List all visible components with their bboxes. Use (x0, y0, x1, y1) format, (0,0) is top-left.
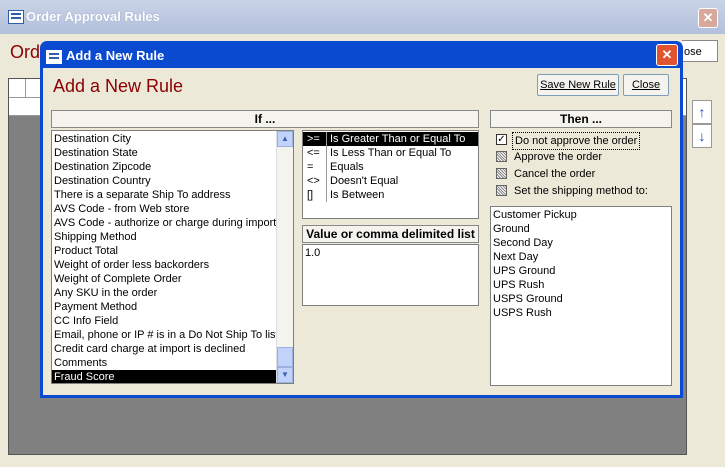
operator-label: Is Between (330, 189, 385, 201)
operator-divider (326, 132, 327, 146)
shipping-method-item[interactable]: Next Day (491, 250, 671, 264)
form-icon (8, 10, 24, 24)
field-list-item[interactable]: Payment Method (52, 300, 278, 314)
action-options: ✓ Do not approve the order Approve the ord… (490, 130, 672, 202)
operator-divider (326, 188, 327, 202)
close-label: Close (631, 79, 661, 91)
operator-option[interactable]: <> Doesn't Equal (303, 174, 478, 188)
scroll-thumb[interactable] (277, 347, 293, 367)
action-label: Approve the order (514, 151, 603, 163)
shipping-method-item[interactable]: Ground (491, 222, 671, 236)
value-items: 1.0 (303, 246, 478, 260)
operator-label: Doesn't Equal (330, 175, 399, 187)
field-list-item[interactable]: Weight of order less backorders (52, 258, 278, 272)
shipping-method-item[interactable]: UPS Rush (491, 278, 671, 292)
parent-title-bar: Order Approval Rules ✕ (0, 0, 725, 34)
field-list-item[interactable]: Destination City (52, 132, 278, 146)
operator-label: Is Greater Than or Equal To (330, 133, 466, 145)
field-list-item[interactable]: Email, phone or IP # is in a Do Not Ship… (52, 328, 279, 342)
indeterminate-checkbox-icon[interactable] (496, 185, 507, 196)
parent-heading: Ord (10, 42, 41, 62)
field-list-item[interactable]: Comments (52, 356, 278, 370)
value-header: Value or comma delimited list (302, 225, 479, 243)
then-header: Then ... (490, 110, 672, 128)
indeterminate-checkbox-icon[interactable] (496, 168, 507, 179)
action-label: Set the shipping method to: (514, 185, 648, 197)
parent-window-title: Order Approval Rules (26, 9, 160, 24)
value-item[interactable]: 1.0 (303, 246, 478, 260)
parent-close-button[interactable]: ose (682, 40, 718, 62)
scroll-up-icon[interactable]: ▲ (277, 131, 293, 147)
operator-divider (326, 160, 327, 174)
shipping-method-item[interactable]: USPS Ground (491, 292, 671, 306)
form-icon (46, 50, 62, 64)
field-list[interactable]: Destination City Destination State Destina… (51, 130, 294, 384)
field-list-item[interactable]: Product Total (52, 244, 278, 258)
field-list-item[interactable]: CC Info Field (52, 314, 278, 328)
operator-list-items: >= Is Greater Than or Equal To <= Is Less T… (303, 132, 478, 202)
indeterminate-checkbox-icon[interactable] (496, 151, 507, 162)
field-list-item[interactable]: Credit card charge at import is declined (52, 342, 278, 356)
action-label: Do not approve the order (512, 132, 641, 150)
if-header: If ... (51, 110, 479, 128)
value-input[interactable]: 1.0 (302, 244, 479, 306)
dialog-title: Add a New Rule (66, 48, 165, 63)
move-up-button[interactable]: ↑ (692, 100, 712, 124)
scroll-down-icon[interactable]: ▼ (277, 367, 293, 383)
operator-option[interactable]: >= Is Greater Than or Equal To (303, 132, 478, 146)
shipping-method-items: Customer Pickup Ground Second Day Next Day U… (491, 208, 671, 320)
field-list-item[interactable]: There is a separate Ship To address (52, 188, 278, 202)
shipping-method-item[interactable]: Second Day (491, 236, 671, 250)
field-list-item[interactable]: Destination State (52, 146, 278, 160)
shipping-method-item[interactable]: UPS Ground (491, 264, 671, 278)
dialog-close-icon[interactable]: ✕ (656, 44, 678, 66)
operator-option[interactable]: [] Is Between (303, 188, 478, 202)
operator-label: Is Less Than or Equal To (330, 147, 452, 159)
checked-checkbox-icon[interactable]: ✓ (496, 134, 507, 145)
close-button[interactable]: Close (623, 74, 669, 96)
operator-option[interactable]: <= Is Less Than or Equal To (303, 146, 478, 160)
add-rule-dialog: Add a New Rule ✕ Add a New Rule Save New… (40, 41, 683, 398)
operator-label: Equals (330, 161, 364, 173)
field-list-items: Destination City Destination State Destina… (52, 131, 279, 383)
parent-close-icon[interactable]: ✕ (698, 8, 718, 28)
field-list-item[interactable]: Any SKU in the order (52, 286, 278, 300)
operator-divider (326, 174, 327, 188)
dialog-title-bar: Add a New Rule (46, 44, 164, 68)
move-down-button[interactable]: ↓ (692, 124, 712, 148)
field-list-item[interactable]: Fraud Score (52, 370, 278, 383)
action-label: Cancel the order (514, 168, 596, 180)
operator-divider (326, 146, 327, 160)
field-list-item[interactable]: Weight of Complete Order (52, 272, 278, 286)
dialog-heading: Add a New Rule (53, 76, 184, 96)
field-list-item[interactable]: Destination Zipcode (52, 160, 278, 174)
field-list-scrollbar[interactable]: ▲ ▼ (276, 131, 293, 383)
shipping-method-list[interactable]: Customer Pickup Ground Second Day Next Day U… (490, 206, 672, 386)
operator-list[interactable]: >= Is Greater Than or Equal To <= Is Less T… (302, 130, 479, 219)
field-list-item[interactable]: Destination Country (52, 174, 278, 188)
field-list-item[interactable]: Shipping Method (52, 230, 278, 244)
dialog-body: Add a New Rule Save New Rule Close If ..… (43, 68, 680, 395)
operator-option[interactable]: = Equals (303, 160, 478, 174)
field-list-item[interactable]: AVS Code - from Web store (52, 202, 278, 216)
save-new-rule-label: Save New Rule (540, 79, 616, 91)
shipping-method-item[interactable]: Customer Pickup (491, 208, 671, 222)
shipping-method-item[interactable]: USPS Rush (491, 306, 671, 320)
save-new-rule-button[interactable]: Save New Rule (537, 74, 619, 96)
field-list-item[interactable]: AVS Code - authorize or charge during im… (52, 216, 278, 230)
